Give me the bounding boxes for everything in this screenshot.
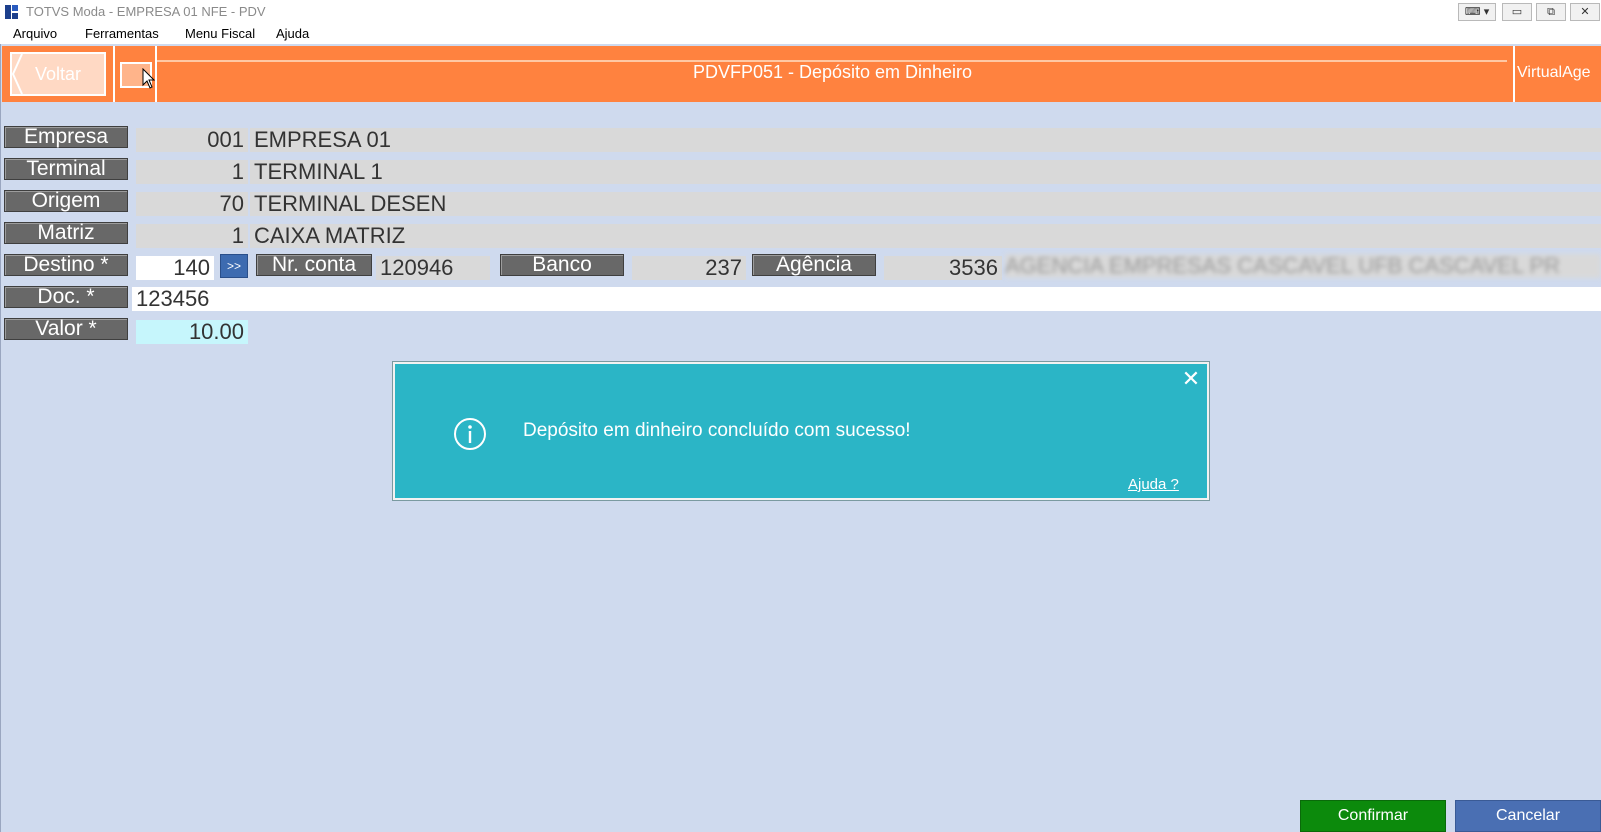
restore-button[interactable]: ⧉ [1536, 3, 1566, 21]
nr-conta-label: Nr. conta [256, 254, 372, 276]
info-icon [454, 418, 486, 450]
doc-label: Doc. * [4, 286, 128, 308]
minimize-button[interactable]: ▭ [1502, 3, 1532, 21]
empresa-code: 001 [136, 128, 248, 152]
valor-label: Valor * [4, 318, 128, 340]
terminal-code: 1 [136, 160, 248, 184]
dialog-close-button[interactable]: ✕ [1180, 368, 1202, 390]
agencia-name: AGENCIA EMPRESAS CASCAVEL UFB CASCAVEL P… [1005, 254, 1601, 278]
banco-value: 237 [632, 256, 746, 280]
dialog-help-link[interactable]: Ajuda ? [1128, 476, 1179, 493]
destino-lookup-button[interactable]: >> [220, 254, 248, 278]
menu-arquivo[interactable]: Arquivo [13, 26, 57, 41]
matriz-name: CAIXA MATRIZ [250, 224, 1601, 248]
menu-ferramentas[interactable]: Ferramentas [85, 26, 159, 41]
valor-input[interactable]: 10.00 [136, 320, 248, 344]
matriz-label: Matriz [4, 222, 128, 244]
cancel-button[interactable]: Cancelar [1455, 800, 1601, 832]
screen-title: PDVFP051 - Depósito em Dinheiro [692, 62, 973, 82]
origem-label: Origem [4, 190, 128, 212]
matriz-code: 1 [136, 224, 248, 248]
empresa-label: Empresa [4, 126, 128, 148]
virtualage-label[interactable]: VirtualAge [1517, 64, 1591, 82]
menu-fiscal[interactable]: Menu Fiscal [185, 26, 255, 41]
mouse-cursor-icon [142, 68, 156, 89]
origem-name: TERMINAL DESEN [250, 192, 1601, 216]
header-separator [113, 46, 115, 102]
dialog-message: Depósito em dinheiro concluído com suces… [523, 420, 911, 441]
destino-label: Destino * [4, 254, 128, 276]
terminal-label: Terminal [4, 158, 128, 180]
back-arrow-icon [11, 53, 23, 95]
app-icon [5, 5, 18, 19]
agencia-value: 3536 [884, 256, 1002, 280]
destino-input[interactable]: 140 [136, 256, 214, 280]
empresa-name: EMPRESA 01 [250, 128, 1601, 152]
banco-label: Banco [500, 254, 624, 276]
origem-code: 70 [136, 192, 248, 216]
window-title: TOTVS Moda - EMPRESA 01 NFE - PDV [26, 4, 266, 19]
doc-input[interactable]: 123456 [132, 287, 1601, 311]
keyboard-icon[interactable]: ⌨ ▾ [1458, 3, 1496, 21]
agencia-label: Agência [752, 254, 876, 276]
nr-conta-value: 120946 [376, 256, 490, 280]
back-button[interactable]: Voltar [10, 52, 106, 96]
menu-ajuda[interactable]: Ajuda [276, 26, 309, 41]
terminal-name: TERMINAL 1 [250, 160, 1601, 184]
confirm-button[interactable]: Confirmar [1300, 800, 1446, 832]
close-window-button[interactable]: ✕ [1570, 3, 1600, 21]
